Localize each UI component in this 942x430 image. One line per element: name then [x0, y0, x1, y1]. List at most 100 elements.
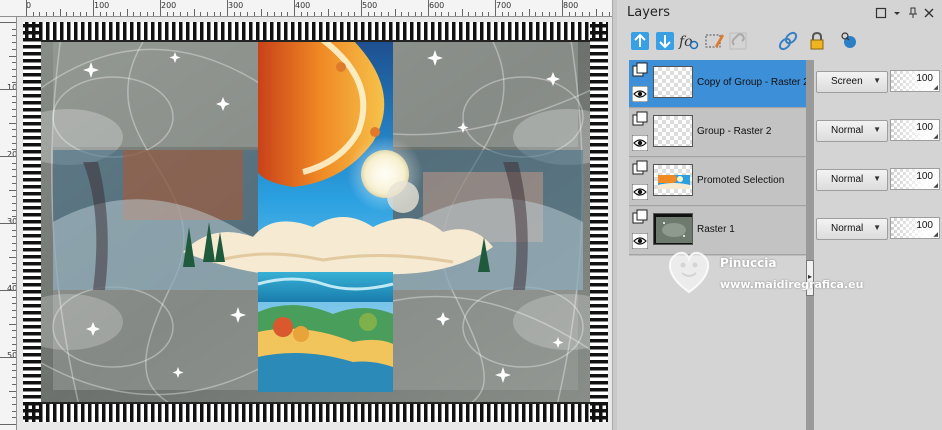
ruler-tick: [12, 377, 16, 379]
ruler-tick: [9, 189, 16, 191]
ruler-tick: [153, 12, 155, 16]
lock-icon[interactable]: [806, 30, 828, 52]
ruler-tick: [300, 12, 302, 16]
layer-group-icon[interactable]: [632, 62, 648, 78]
layer-row-promoted-selection[interactable]: Promoted Selection: [629, 158, 806, 206]
spin-icon[interactable]: ◢: [933, 133, 938, 140]
ruler-tick: [12, 263, 16, 265]
maximize-icon[interactable]: [875, 7, 887, 19]
ruler-tick: [488, 12, 490, 16]
visibility-eye-icon[interactable]: [632, 86, 648, 102]
ruler-tick: [0, 89, 16, 90]
edit-selection-icon[interactable]: [703, 30, 725, 52]
blend-mode-select[interactable]: Normal ▼: [816, 169, 888, 191]
ruler-tick: [548, 12, 550, 16]
ruler-tick: [52, 12, 54, 16]
psp-workspace: 0 100 200 300 400 500 600 700 800 100 20…: [0, 0, 942, 430]
new-art-media-layer-icon[interactable]: fo: [677, 30, 699, 52]
ruler-tick: [481, 12, 483, 16]
ruler-tick: [374, 12, 376, 16]
spin-icon[interactable]: ◢: [933, 231, 938, 238]
ruler-tick: [253, 12, 255, 16]
canvas-area[interactable]: 0 100 200 300 400 500 600 700 800 100 20…: [0, 0, 612, 430]
close-icon[interactable]: [923, 7, 935, 19]
ruler-label: 700: [496, 1, 512, 10]
document-image[interactable]: [23, 22, 608, 422]
new-raster-layer-icon[interactable]: [629, 30, 651, 52]
ruler-tick: [139, 12, 141, 16]
visibility-eye-icon[interactable]: [632, 233, 648, 249]
ruler-tick: [294, 0, 295, 16]
opacity-field[interactable]: 100 ◢: [890, 168, 940, 190]
ruler-tick: [12, 109, 16, 111]
ruler-tick: [280, 12, 282, 16]
opacity-value: 100: [916, 122, 933, 133]
ruler-tick: [314, 12, 316, 16]
ruler-horizontal[interactable]: 0 100 200 300 400 500 600 700 800: [0, 0, 612, 17]
ruler-tick: [387, 12, 389, 16]
heart-icon: [668, 251, 710, 294]
ruler-tick: [287, 12, 289, 16]
link-layer-icon[interactable]: [727, 30, 749, 52]
layer-group-icon[interactable]: [632, 209, 648, 225]
ruler-tick: [515, 12, 517, 16]
layers-palette: Layers fo Copy of Group - Raster 2 Group…: [617, 0, 942, 430]
ruler-tick: [307, 12, 309, 16]
layer-group-icon[interactable]: [632, 160, 648, 176]
ruler-tick: [26, 0, 27, 16]
ruler-tick: [32, 12, 34, 16]
visibility-eye-icon[interactable]: [632, 184, 648, 200]
layer-group-icon[interactable]: [632, 111, 648, 127]
ruler-tick: [247, 12, 249, 16]
ruler-label: 600: [429, 1, 445, 10]
layer-row-group-raster-2[interactable]: Group - Raster 2: [629, 109, 806, 157]
svg-text:fo: fo: [678, 34, 693, 50]
opacity-field[interactable]: 100 ◢: [890, 119, 940, 141]
blend-mode-select[interactable]: Normal ▼: [816, 120, 888, 142]
ruler-tick: [233, 12, 235, 16]
ruler-tick: [361, 0, 362, 16]
ruler-label: 500: [362, 1, 378, 10]
layer-name: Group - Raster 2: [697, 126, 772, 137]
ruler-tick: [9, 55, 16, 57]
ruler-tick: [12, 75, 16, 77]
blend-mode-value: Normal: [831, 174, 864, 185]
chevron-down-icon: ▼: [873, 223, 881, 232]
watermark: Pinuccia www.maidiregrafica.eu: [664, 236, 894, 306]
layer-row-icons: [632, 111, 650, 155]
layer-name: Promoted Selection: [697, 175, 785, 186]
ruler-tick: [12, 28, 16, 30]
opacity-value: 100: [916, 220, 933, 231]
blend-mode-select[interactable]: Screen ▼: [816, 71, 888, 93]
ruler-tick: [414, 12, 416, 16]
dropdown-icon[interactable]: [891, 7, 903, 19]
new-vector-layer-icon[interactable]: [654, 30, 676, 52]
chain-icon[interactable]: [777, 30, 799, 52]
ruler-tick: [213, 12, 215, 16]
ruler-tick: [12, 196, 16, 198]
ruler-tick: [407, 12, 409, 16]
ruler-tick: [12, 169, 16, 171]
ruler-tick: [555, 12, 557, 16]
opacity-field[interactable]: 100 ◢: [890, 70, 940, 92]
ruler-tick: [206, 12, 208, 16]
pin-icon[interactable]: [907, 7, 919, 19]
ruler-tick: [12, 149, 16, 151]
ruler-tick: [340, 12, 342, 16]
spin-icon[interactable]: ◢: [933, 182, 938, 189]
ruler-tick: [428, 0, 429, 16]
ruler-vertical[interactable]: 100 200 300 400 500: [0, 17, 17, 430]
spin-icon[interactable]: ◢: [933, 84, 938, 91]
mask-icon[interactable]: [839, 30, 861, 52]
palette-title: Layers: [627, 5, 671, 20]
ruler-tick: [12, 102, 16, 104]
ruler-tick: [267, 12, 269, 16]
ruler-tick: [9, 323, 16, 325]
palette-title-bar[interactable]: Layers: [617, 0, 942, 26]
ruler-tick: [12, 316, 16, 318]
ruler-tick: [160, 0, 161, 16]
visibility-eye-icon[interactable]: [632, 135, 648, 151]
opacity-field[interactable]: 100 ◢: [890, 217, 940, 239]
layer-row-copy-of-group-raster-2[interactable]: Copy of Group - Raster 2: [629, 60, 809, 108]
ruler-tick: [12, 162, 16, 164]
